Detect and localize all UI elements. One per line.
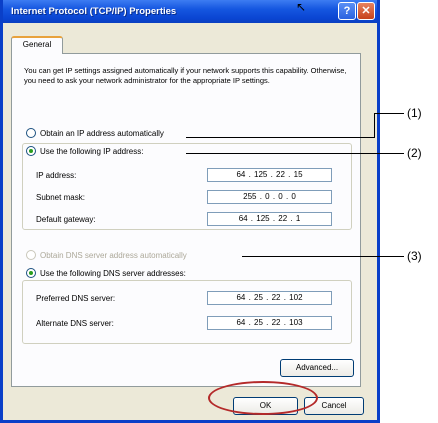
dialog-window: Internet Protocol (TCP/IP) Properties ? … <box>0 0 380 423</box>
default-gateway-label: Default gateway: <box>36 215 96 224</box>
callout-label-2: (2) <box>407 146 422 160</box>
callout-line-1 <box>186 137 374 138</box>
general-panel: You can get IP settings assigned automat… <box>11 53 361 387</box>
ok-highlight-ellipse <box>208 381 318 415</box>
help-button[interactable]: ? <box>338 2 356 20</box>
radio-selected-icon <box>26 146 36 156</box>
preferred-dns-field[interactable]: 64 . 25 . 22 . 102 <box>207 291 332 305</box>
subnet-mask-field[interactable]: 255 . 0 . 0 . 0 <box>207 190 332 204</box>
obtain-dns-auto-radio[interactable]: Obtain DNS server address automatically <box>26 250 190 260</box>
close-button[interactable]: ✕ <box>357 2 375 20</box>
obtain-dns-auto-label: Obtain DNS server address automatically <box>40 250 187 260</box>
use-following-dns-radio[interactable]: Use the following DNS server addresses: <box>26 268 189 278</box>
alternate-dns-field[interactable]: 64 . 25 . 22 . 103 <box>207 316 332 330</box>
callout-connector-1 <box>374 113 375 138</box>
window-title: Internet Protocol (TCP/IP) Properties <box>11 6 177 17</box>
callout-label-1: (1) <box>407 106 422 120</box>
alternate-dns-label: Alternate DNS server: <box>36 319 114 328</box>
default-gateway-field[interactable]: 64 . 125 . 22 . 1 <box>207 212 332 226</box>
title-bar[interactable]: Internet Protocol (TCP/IP) Properties ? … <box>3 0 377 23</box>
callout-label-3: (3) <box>407 249 422 263</box>
callout-line-2 <box>186 153 404 154</box>
callout-line-3 <box>242 256 404 257</box>
radio-disabled-icon <box>26 250 36 260</box>
callout-line-1-end <box>374 113 404 114</box>
use-following-dns-label: Use the following DNS server addresses: <box>40 268 186 278</box>
obtain-ip-auto-label: Obtain an IP address automatically <box>40 128 164 138</box>
ip-address-field[interactable]: 64 . 125 . 22 . 15 <box>207 168 332 182</box>
subnet-mask-label: Subnet mask: <box>36 193 85 202</box>
use-following-ip-radio[interactable]: Use the following IP address: <box>26 146 147 156</box>
advanced-button[interactable]: Advanced... <box>280 359 354 377</box>
mouse-cursor-icon: ↖ <box>296 0 307 14</box>
radio-selected-icon <box>26 268 36 278</box>
preferred-dns-label: Preferred DNS server: <box>36 294 116 303</box>
tab-general[interactable]: General <box>11 36 63 54</box>
ip-address-label: IP address: <box>36 171 77 180</box>
use-following-ip-label: Use the following IP address: <box>40 146 144 156</box>
obtain-ip-auto-radio[interactable]: Obtain an IP address automatically <box>26 128 167 138</box>
dns-settings-group <box>22 280 352 344</box>
radio-circle-icon <box>26 128 36 138</box>
intro-text: You can get IP settings assigned automat… <box>24 66 347 85</box>
